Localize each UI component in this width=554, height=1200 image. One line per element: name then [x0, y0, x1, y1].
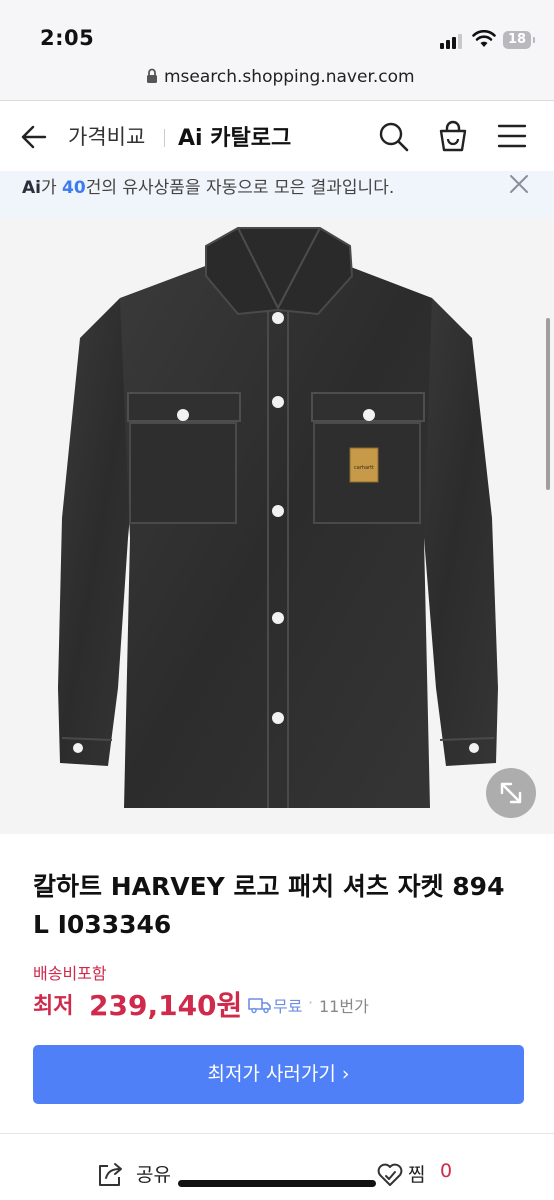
separator-dot: · — [308, 993, 314, 1012]
seller-name: 11번가 — [319, 997, 369, 1016]
product-title: 칼하트 HARVEY 로고 패치 셔츠 자켓 894 L I033346 — [33, 872, 505, 939]
app-header: 가격비교 Ai 카탈로그 — [0, 101, 554, 171]
status-time: 2:05 — [40, 26, 95, 50]
ai-similar-banner: Ai가 40건의 유사상품을 자동으로 모은 결과입니다. — [0, 171, 554, 218]
shipping-included-text: 배송비포함 — [33, 964, 107, 983]
ai-banner-pre: 가 — [40, 178, 63, 198]
product-image[interactable]: carhartt — [0, 218, 554, 834]
expand-image-button[interactable] — [486, 768, 536, 818]
bottom-divider — [0, 1133, 554, 1134]
jacket-illustration: carhartt — [58, 227, 498, 808]
lowest-price-value: 239,140원 — [89, 989, 243, 1022]
header-divider — [164, 129, 165, 147]
shopping-bag-icon[interactable] — [437, 119, 469, 153]
wifi-icon — [472, 30, 496, 47]
wish-label: 찜 — [408, 1164, 426, 1186]
price-compare-link[interactable]: 가격비교 — [68, 121, 145, 151]
signal-icon — [440, 33, 464, 49]
search-icon[interactable] — [378, 121, 410, 153]
back-arrow-icon[interactable] — [20, 123, 48, 151]
lock-icon — [147, 68, 157, 83]
share-icon — [99, 1163, 122, 1186]
home-indicator — [178, 1180, 376, 1187]
share-label: 공유 — [136, 1164, 171, 1186]
ai-banner-text: Ai가 40건의 유사상품을 자동으로 모은 결과입니다. — [22, 173, 394, 198]
ai-result-count: 40 — [62, 178, 86, 198]
expand-icon — [500, 782, 522, 804]
buy-lowest-price-button[interactable]: 최저가 사러가기 › — [33, 1045, 524, 1104]
image-scrollbar[interactable] — [546, 318, 550, 490]
url-text[interactable]: msearch.shopping.naver.com — [164, 67, 415, 87]
lowest-price-label: 최저 — [33, 994, 74, 1019]
heart-icon — [377, 1163, 403, 1186]
svg-text:carhartt: carhartt — [354, 465, 374, 471]
battery-icon: 18 — [503, 31, 531, 49]
battery-cap — [533, 37, 535, 43]
ai-label: Ai — [22, 178, 41, 198]
truck-icon — [248, 998, 271, 1014]
close-icon[interactable] — [508, 173, 530, 195]
ai-banner-post: 건의 유사상품을 자동으로 모은 결과입니다. — [85, 178, 395, 198]
status-bar: 2:05 18 — [0, 0, 554, 60]
menu-icon[interactable] — [497, 123, 527, 149]
free-delivery-text: 무료 — [273, 997, 303, 1016]
wish-count: 0 — [440, 1160, 453, 1182]
ai-catalog-title[interactable]: Ai 카탈로그 — [178, 120, 291, 152]
browser-url-bar[interactable]: msearch.shopping.naver.com — [0, 60, 554, 101]
